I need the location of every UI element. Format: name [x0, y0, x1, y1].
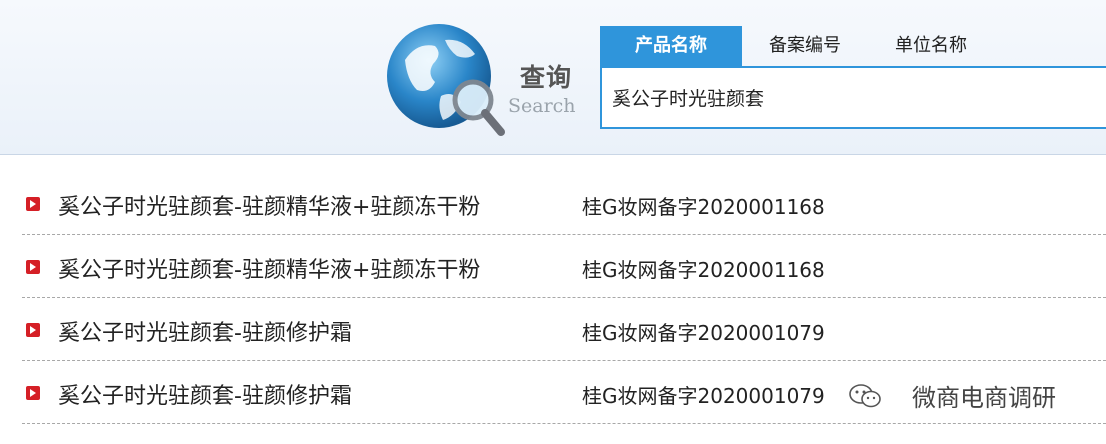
tab-company-name[interactable]: 单位名称: [868, 26, 994, 66]
arrow-bullet-icon: [26, 197, 40, 211]
search-tabs: 产品名称 备案编号 单位名称: [600, 26, 994, 66]
record-number: 桂G妆网备字2020001168: [582, 195, 825, 219]
search-subtitle: Search: [508, 95, 576, 117]
tab-product-name[interactable]: 产品名称: [600, 26, 742, 66]
globe-magnifier-icon: [387, 24, 505, 136]
record-number: 桂G妆网备字2020001079: [582, 321, 825, 345]
search-header: 查询 Search 产品名称 备案编号 单位名称: [0, 0, 1106, 155]
product-name-link[interactable]: 奚公子时光驻颜套-驻颜修护霜: [58, 378, 352, 410]
list-item[interactable]: 奚公子时光驻颜套-驻颜修护霜 桂G妆网备字2020001079: [22, 298, 1106, 361]
search-box: [600, 66, 1106, 129]
search-title: 查询: [520, 63, 573, 92]
arrow-bullet-icon: [26, 323, 40, 337]
wechat-icon: [849, 383, 881, 407]
tab-record-number[interactable]: 备案编号: [742, 26, 868, 66]
watermark-text: 微商电商调研: [912, 384, 1056, 412]
record-number: 桂G妆网备字2020001079: [582, 384, 825, 408]
watermark: 微商电商调研: [848, 378, 1056, 413]
arrow-bullet-icon: [26, 386, 40, 400]
product-name-link[interactable]: 奚公子时光驻颜套-驻颜精华液+驻颜冻干粉: [58, 189, 480, 221]
arrow-bullet-icon: [26, 260, 40, 274]
search-input[interactable]: [612, 80, 1092, 114]
record-number: 桂G妆网备字2020001168: [582, 258, 825, 282]
list-item[interactable]: 奚公子时光驻颜套-驻颜精华液+驻颜冻干粉 桂G妆网备字2020001168: [22, 235, 1106, 298]
product-name-link[interactable]: 奚公子时光驻颜套-驻颜精华液+驻颜冻干粉: [58, 252, 480, 284]
list-item[interactable]: 奚公子时光驻颜套-驻颜精华液+驻颜冻干粉 桂G妆网备字2020001168: [22, 172, 1106, 235]
product-name-link[interactable]: 奚公子时光驻颜套-驻颜修护霜: [58, 315, 352, 347]
